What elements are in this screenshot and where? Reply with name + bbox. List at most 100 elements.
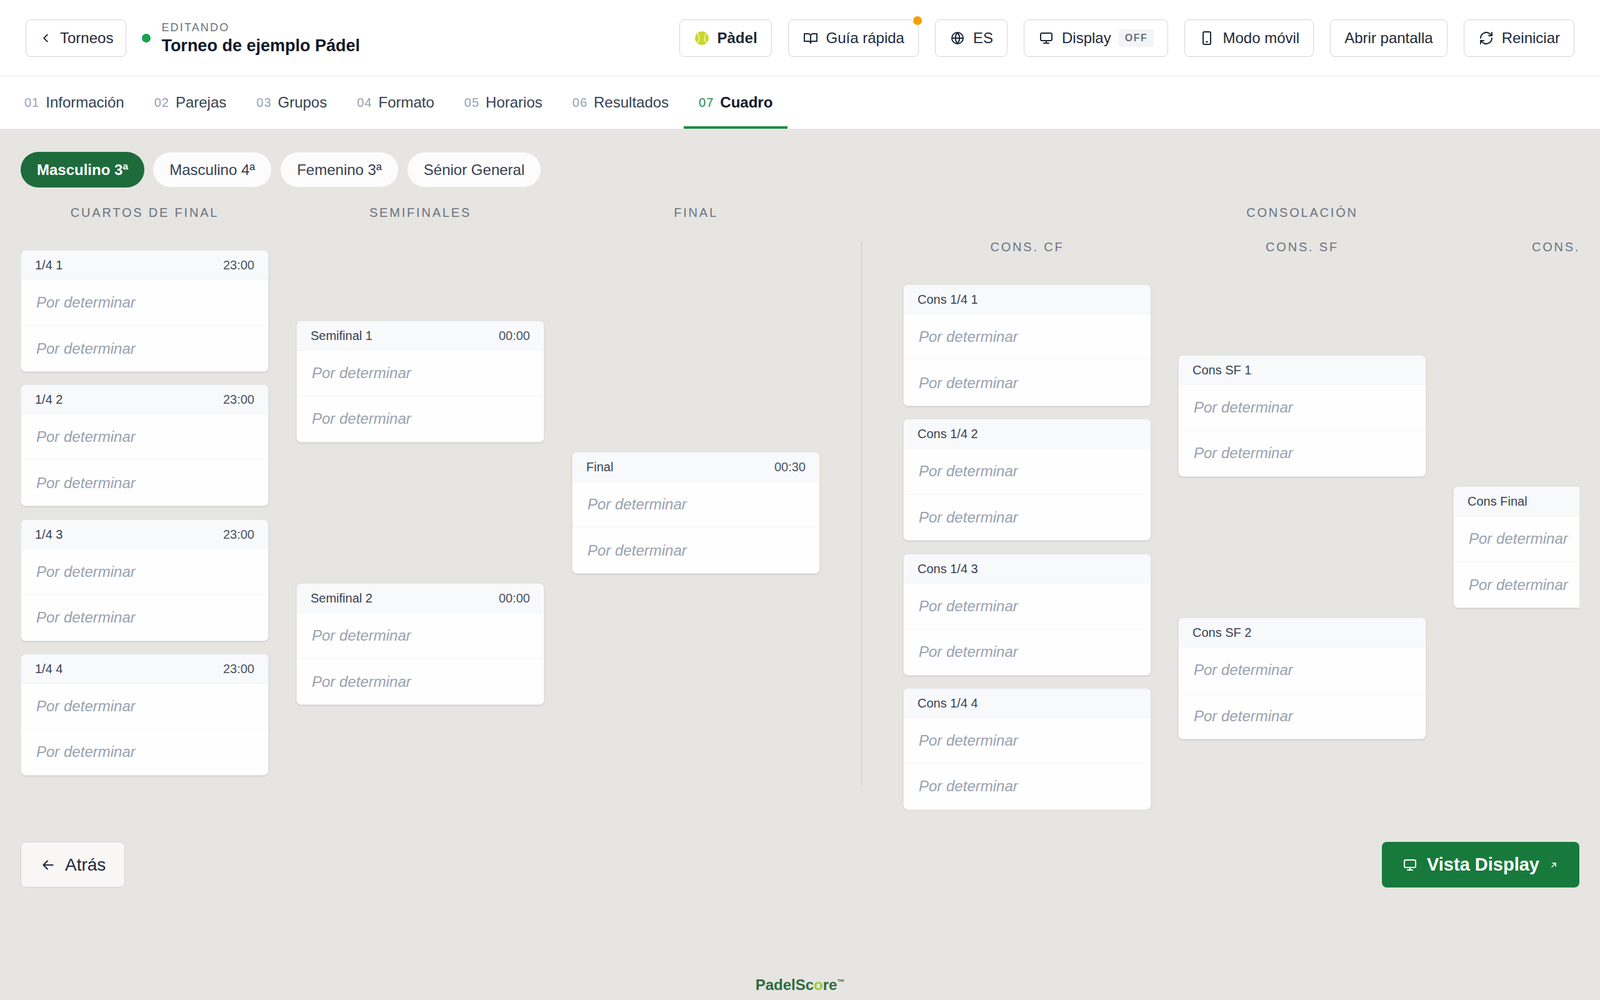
- round-title: FINAL: [571, 204, 820, 221]
- match-time: 00:00: [498, 326, 530, 345]
- tab-underline: [683, 126, 788, 129]
- category-pill[interactable]: Masculino 4ª: [152, 151, 272, 188]
- team-slot: Por determinar: [21, 549, 269, 595]
- team-slot: Por determinar: [1453, 561, 1580, 608]
- tab-underline: [557, 126, 684, 129]
- match-label: Cons 1/4 4: [917, 693, 979, 713]
- back-step-button[interactable]: Atrás: [20, 841, 125, 888]
- toolbar-button[interactable]: Reiniciar: [1463, 19, 1575, 57]
- match-label: Final: [586, 457, 614, 477]
- team-slot: Por determinar: [1178, 430, 1426, 477]
- team-slot: Por determinar: [296, 396, 544, 442]
- header: TorneosEDITANDOTorneo de ejemplo PádelPà…: [0, 0, 1600, 77]
- match-time: 00:00: [498, 588, 530, 608]
- team-slot: Por determinar: [903, 763, 1151, 810]
- back-button[interactable]: Torneos: [25, 19, 127, 57]
- match-label: Cons 1/4 3: [917, 559, 979, 579]
- category-pill[interactable]: Masculino 3ª: [20, 151, 145, 188]
- monitor-icon: [1038, 30, 1055, 47]
- toolbar-button[interactable]: ES: [935, 19, 1008, 57]
- team-slot: Por determinar: [1453, 516, 1580, 562]
- match-card[interactable]: Cons 1/4 1Por determinarPor determinar: [903, 284, 1152, 407]
- book-icon: [802, 30, 819, 47]
- tab-underline: [449, 126, 558, 129]
- team-slot: Por determinar: [1178, 693, 1426, 739]
- status-badge: OFF: [1118, 29, 1155, 47]
- team-slot: Por determinar: [903, 448, 1151, 495]
- match-card[interactable]: Cons SF 2Por determinarPor determinar: [1178, 617, 1427, 740]
- match-time: 23:00: [223, 525, 255, 544]
- match-label: Cons SF 1: [1192, 360, 1252, 380]
- category-pill[interactable]: Sénior General: [406, 151, 542, 188]
- round-column: Cons SF 1Por determinarPor determinarCon…: [1178, 284, 1427, 810]
- tab-bar: 01Información02Parejas03Grupos04Formato0…: [0, 76, 1600, 130]
- team-slot: Por determinar: [903, 360, 1151, 406]
- team-slot: Por determinar: [572, 527, 820, 574]
- match-label: 1/4 4: [35, 659, 63, 679]
- round-column: Final00:30Por determinarPor determinar: [571, 250, 820, 776]
- team-slot: Por determinar: [903, 314, 1151, 360]
- monitor-icon: [1401, 856, 1419, 874]
- tab[interactable]: 04Formato: [341, 76, 450, 129]
- consolation-bracket: CONSOLACIÓNCONS. CFCONS. SFCONS.Cons 1/4…: [903, 204, 1580, 810]
- padel-ball-icon: [693, 30, 710, 47]
- team-slot: Por determinar: [21, 595, 269, 641]
- tab[interactable]: 05Horarios: [449, 76, 558, 129]
- bracket: CUARTOS DE FINAL1/4 123:00Por determinar…: [20, 204, 1580, 810]
- action-bar: Atrás Vista Display: [20, 841, 1580, 888]
- arrow-left-icon: [40, 856, 57, 874]
- match-time: 23:00: [223, 390, 255, 409]
- round-title: CONS.: [1453, 238, 1580, 255]
- match-card[interactable]: 1/4 123:00Por determinarPor determinar: [20, 250, 269, 372]
- team-slot: Por determinar: [21, 280, 269, 326]
- match-card[interactable]: Semifinal 100:00Por determinarPor determ…: [296, 320, 545, 443]
- tab[interactable]: 02Parejas: [139, 76, 242, 129]
- match-card[interactable]: 1/4 3 23:00 Por determinarPor determinar: [20, 519, 269, 642]
- match-card[interactable]: Cons 1/4 4Por determinarPor determinar: [903, 688, 1152, 810]
- team-slot: Por determinar: [296, 658, 544, 705]
- round: FINALFinal00:30Por determinarPor determi…: [571, 204, 820, 776]
- display-view-button[interactable]: Vista Display: [1381, 841, 1580, 888]
- tab[interactable]: 06Resultados: [557, 76, 684, 129]
- round: SEMIFINALESSemifinal 100:00Por determina…: [296, 204, 545, 776]
- round-column: Semifinal 100:00Por determinarPor determ…: [296, 250, 545, 776]
- match-card[interactable]: Semifinal 200:00Por determinarPor determ…: [296, 583, 545, 705]
- tab[interactable]: 07Cuadro: [683, 76, 788, 129]
- phone-icon: [1198, 30, 1215, 47]
- team-slot: Por determinar: [21, 683, 269, 730]
- match-time: 00:30: [774, 457, 806, 477]
- match-card[interactable]: Cons 1/4 2Por determinarPor determinar: [903, 418, 1152, 541]
- toolbar-button[interactable]: Guía rápida: [788, 19, 919, 57]
- consolation-title: CONSOLACIÓN: [1246, 204, 1359, 221]
- status-label: EDITANDO: [161, 20, 360, 35]
- team-slot: Por determinar: [903, 494, 1151, 540]
- team-slot: Por determinar: [21, 414, 269, 460]
- category-pill[interactable]: Femenino 3ª: [280, 151, 399, 188]
- team-slot: Por determinar: [296, 613, 544, 659]
- toolbar-button[interactable]: DisplayOFF: [1023, 19, 1169, 57]
- match-time: 23:00: [223, 255, 255, 275]
- team-slot: Por determinar: [903, 583, 1151, 630]
- tab-underline: [139, 126, 242, 129]
- team-slot: Por determinar: [1178, 647, 1426, 694]
- match-label: 1/4 2: [35, 390, 63, 409]
- match-label: 1/4 3: [35, 525, 63, 544]
- match-label: 1/4 1: [35, 255, 63, 275]
- tab-underline: [241, 126, 342, 129]
- match-card[interactable]: 1/4 2 23:00 Por determinarPor determinar: [20, 384, 269, 507]
- match-card[interactable]: Cons 1/4 3Por determinarPor determinar: [903, 553, 1152, 676]
- round-column: Cons 1/4 1Por determinarPor determinarCo…: [903, 284, 1152, 810]
- toolbar-button[interactable]: Pàdel: [679, 19, 772, 57]
- tab[interactable]: 03Grupos: [241, 76, 342, 129]
- tab[interactable]: 01Información: [9, 76, 140, 129]
- team-slot: Por determinar: [296, 350, 544, 397]
- match-card[interactable]: Final00:30Por determinarPor determinar: [571, 451, 820, 574]
- team-slot: Por determinar: [21, 460, 269, 506]
- match-card[interactable]: Cons FinalPor determinarPor determinar: [1453, 486, 1580, 609]
- notification-dot: [911, 15, 924, 27]
- toolbar-button[interactable]: Modo móvil: [1184, 19, 1314, 57]
- logo: PadelScore™: [755, 973, 845, 997]
- toolbar-button[interactable]: Abrir pantalla: [1330, 19, 1447, 57]
- match-card[interactable]: 1/4 423:00Por determinarPor determinar: [20, 653, 269, 776]
- match-card[interactable]: Cons SF 1Por determinarPor determinar: [1178, 355, 1427, 477]
